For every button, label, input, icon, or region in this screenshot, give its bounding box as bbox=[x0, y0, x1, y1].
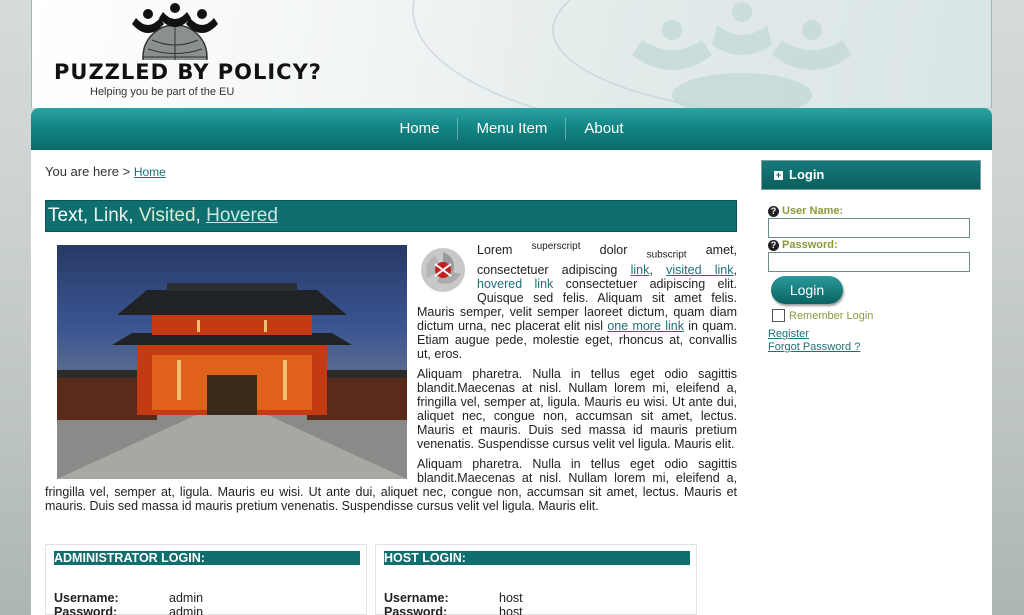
subscript-text: subscript bbox=[646, 249, 687, 261]
login-panel-heading: + Login bbox=[761, 160, 981, 190]
host-login-box: HOST LOGIN: Username: host Password: host bbox=[375, 544, 697, 615]
breadcrumb: You are here > Home bbox=[45, 164, 166, 179]
login-button[interactable]: Login bbox=[771, 276, 843, 304]
register-link[interactable]: Register bbox=[768, 328, 809, 340]
site-logo[interactable]: PUZZLED BY POLICY? Helping you be part o… bbox=[54, 2, 324, 102]
title-link[interactable]: Link bbox=[93, 205, 128, 226]
admin-username-value: admin bbox=[169, 591, 204, 605]
username-input[interactable] bbox=[768, 218, 970, 238]
forgot-password-link[interactable]: Forgot Password ? bbox=[768, 341, 860, 353]
help-icon[interactable]: ? bbox=[768, 240, 779, 251]
puzzle-logo-icon bbox=[421, 248, 465, 292]
password-label: ? Password: bbox=[768, 239, 838, 251]
help-icon[interactable]: ? bbox=[768, 206, 779, 217]
main-nav: Home Menu Item About bbox=[31, 108, 992, 150]
article-body: Lorem superscript dolor subscript amet, … bbox=[45, 240, 737, 519]
title-text: Text bbox=[48, 205, 83, 226]
host-password-label: Password: bbox=[384, 605, 448, 615]
username-label: ? User Name: bbox=[768, 205, 843, 217]
logo-tagline: Helping you be part of the EU bbox=[90, 86, 235, 98]
page: PUZZLED BY POLICY? Helping you be part o… bbox=[31, 0, 992, 615]
demo-login-boxes: ADMINISTRATOR LOGIN: Username: admin Pass… bbox=[45, 544, 697, 615]
breadcrumb-home-link[interactable]: Home bbox=[134, 165, 166, 179]
article-more-link[interactable]: one more link bbox=[607, 319, 684, 333]
remember-login: Remember Login bbox=[772, 309, 873, 322]
page-title: Text, Link, Visited, Hovered bbox=[45, 200, 737, 232]
article-visited-link[interactable]: visited link bbox=[666, 263, 733, 277]
logo-title: PUZZLED BY POLICY? bbox=[54, 60, 322, 84]
header-watermark-icon bbox=[632, 2, 852, 108]
article-link[interactable]: link bbox=[631, 263, 650, 277]
host-password-value: host bbox=[499, 605, 523, 615]
superscript-text: superscript bbox=[531, 241, 581, 252]
admin-login-heading: ADMINISTRATOR LOGIN: bbox=[54, 551, 360, 565]
content-area: You are here > Home Text, Link, Visited,… bbox=[31, 150, 992, 615]
host-login-heading: HOST LOGIN: bbox=[384, 551, 690, 565]
admin-username-label: Username: bbox=[54, 591, 119, 605]
site-header: PUZZLED BY POLICY? Helping you be part o… bbox=[31, 0, 992, 108]
globe-people-icon bbox=[132, 3, 218, 60]
nav-item-about[interactable]: About bbox=[565, 118, 641, 140]
remember-login-checkbox[interactable] bbox=[772, 309, 785, 322]
host-username-value: host bbox=[499, 591, 523, 605]
title-hovered-link[interactable]: Hovered bbox=[206, 205, 278, 226]
password-input[interactable] bbox=[768, 252, 970, 272]
nav-item-menu-item[interactable]: Menu Item bbox=[457, 118, 565, 140]
article-hovered-link[interactable]: hovered link bbox=[477, 277, 553, 291]
title-visited-link[interactable]: Visited bbox=[139, 205, 196, 226]
host-username-label: Username: bbox=[384, 591, 449, 605]
admin-password-label: Password: bbox=[54, 605, 118, 615]
admin-login-box: ADMINISTRATOR LOGIN: Username: admin Pass… bbox=[45, 544, 367, 615]
nav-item-home[interactable]: Home bbox=[381, 118, 457, 140]
breadcrumb-prefix: You are here > bbox=[45, 164, 131, 179]
expand-icon[interactable]: + bbox=[774, 171, 783, 180]
remember-login-label: Remember Login bbox=[789, 309, 874, 322]
admin-password-value: admin bbox=[169, 605, 204, 615]
